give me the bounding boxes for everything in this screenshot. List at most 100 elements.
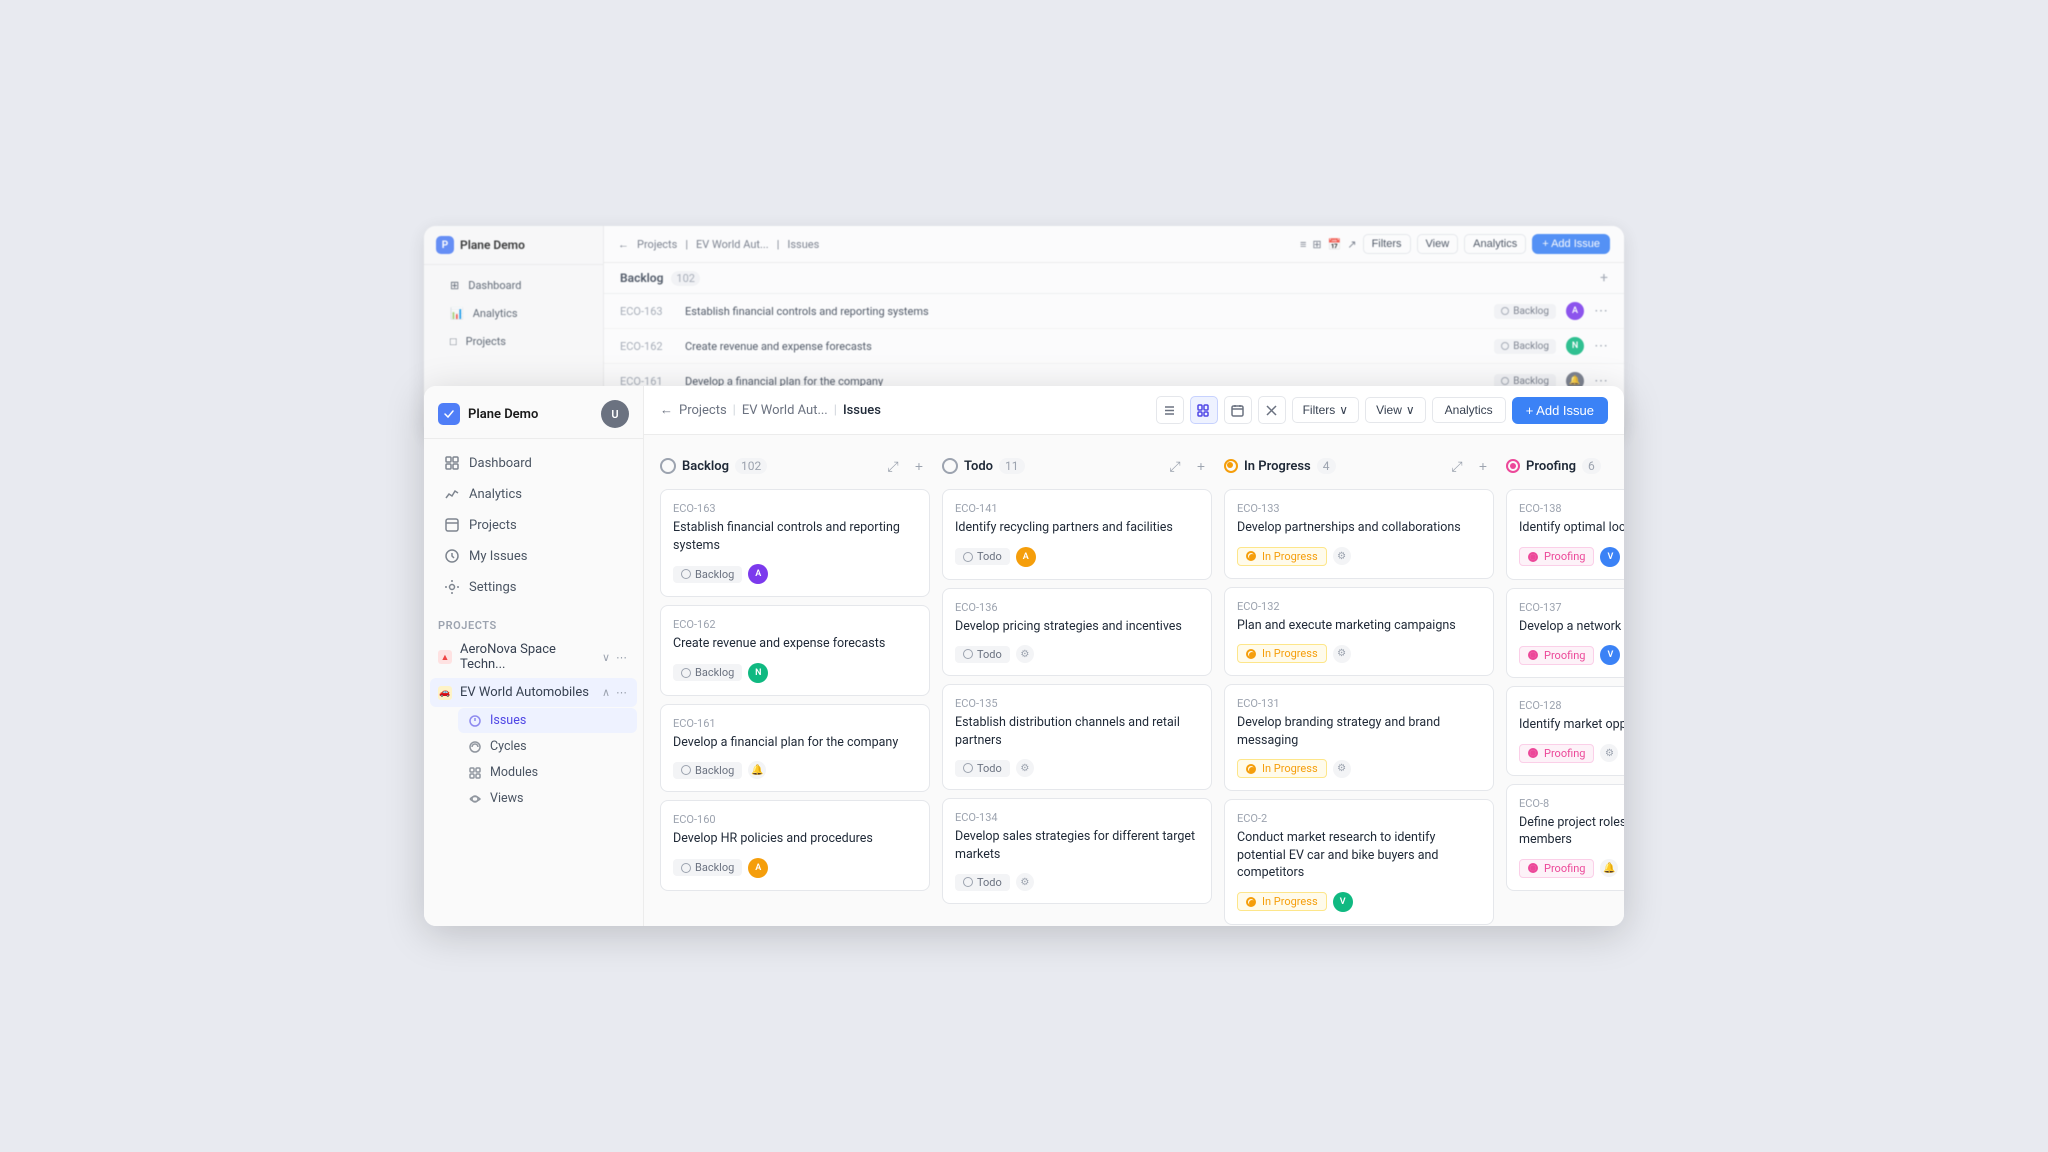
project-ev-world-actions: ∧ ⋯ — [600, 684, 629, 701]
issue-card[interactable]: ECO-141 Identify recycling partners and … — [942, 489, 1212, 580]
bg-back-btn[interactable]: ← — [618, 238, 629, 251]
issue-card[interactable]: ECO-161 Develop a financial plan for the… — [660, 704, 930, 793]
issue-card[interactable]: ECO-134 Develop sales strategies for dif… — [942, 798, 1212, 904]
bg-issue-row[interactable]: ECO-163 Establish financial controls and… — [604, 294, 1624, 329]
bg-nav-projects[interactable]: □ Projects — [436, 328, 591, 355]
spreadsheet-view-btn[interactable] — [1258, 396, 1286, 424]
status-tag: Todo — [955, 874, 1010, 891]
sidebar-item-settings[interactable]: Settings — [430, 572, 637, 602]
bg-view-icon-arr[interactable]: ↗ — [1347, 238, 1356, 251]
issue-avatar: V — [1600, 645, 1620, 665]
project-aeronova[interactable]: ▲ AeroNova Space Techn... ∨ ⋯ — [424, 636, 643, 678]
issue-card[interactable]: ECO-8 Define project roles and resp asks… — [1506, 784, 1624, 891]
back-btn[interactable]: ← — [660, 402, 673, 418]
bg-filters-btn[interactable]: Filters — [1363, 234, 1411, 254]
view-label: View — [1376, 403, 1402, 417]
issue-card[interactable]: ECO-136 Develop pricing strategies and i… — [942, 588, 1212, 677]
more-icon[interactable]: ⋯ — [614, 649, 629, 666]
subnav-issues[interactable]: Issues — [458, 708, 637, 733]
in-progress-add-btn[interactable]: + — [1472, 455, 1494, 477]
issue-title: Identify recycling partners and faciliti… — [955, 519, 1199, 537]
subnav-views[interactable]: Views — [458, 786, 637, 811]
column-todo: Todo 11 ⤢ + ECO-141 Identify recycling p… — [942, 451, 1212, 910]
bg-issue-more[interactable]: ⋯ — [1594, 303, 1608, 319]
backlog-add-btn[interactable]: + — [908, 455, 930, 477]
issue-id: ECO-134 — [955, 811, 1199, 824]
issue-card[interactable]: ECO-138 Identify optimal locations for P… — [1506, 489, 1624, 580]
calendar-view-btn[interactable] — [1224, 396, 1252, 424]
todo-expand-btn[interactable]: ⤢ — [1164, 455, 1186, 477]
avatar[interactable]: U — [601, 400, 629, 428]
logo-area[interactable]: Plane Demo — [438, 403, 538, 425]
backlog-status-icon — [660, 458, 676, 474]
sidebar-item-projects-label: Projects — [469, 518, 517, 533]
status-tag: Backlog — [673, 566, 742, 583]
bg-view-icon-cal[interactable]: 📅 — [1328, 238, 1342, 251]
gear-icon: ⚙ — [1333, 645, 1351, 663]
status-tag: Proofing — [1519, 859, 1594, 878]
issue-title: Establish financial controls and reporti… — [673, 519, 917, 554]
bg-add-backlog-btn[interactable]: + — [1600, 270, 1608, 286]
issue-card[interactable]: ECO-133 Develop partnerships and collabo… — [1224, 489, 1494, 579]
issue-card[interactable]: ECO-162 Create revenue and expense forec… — [660, 605, 930, 696]
in-progress-mini-icon — [1246, 551, 1256, 561]
issue-card[interactable]: ECO-2 Conduct market research to identif… — [1224, 799, 1494, 925]
todo-actions: ⤢ + — [1164, 455, 1212, 477]
sidebar-item-projects[interactable]: Projects — [430, 510, 637, 540]
issue-card[interactable]: ECO-135 Establish distribution channels … — [942, 684, 1212, 790]
subnav-modules[interactable]: Modules — [458, 760, 637, 785]
issue-id: ECO-128 — [1519, 699, 1624, 712]
in-progress-expand-btn[interactable]: ⤢ — [1446, 455, 1468, 477]
breadcrumb-project[interactable]: EV World Aut... — [742, 403, 828, 418]
issue-card[interactable]: ECO-132 Plan and execute marketing campa… — [1224, 587, 1494, 677]
bg-nav-analytics[interactable]: 📊 Analytics — [436, 300, 591, 327]
backlog-expand-btn[interactable]: ⤢ — [882, 455, 904, 477]
bg-nav-dashboard[interactable]: ⊞ Dashboard — [436, 272, 591, 299]
issue-card[interactable]: ECO-131 Develop branding strategy and br… — [1224, 684, 1494, 791]
issue-id: ECO-161 — [673, 717, 917, 730]
issue-title: Identify market opportunitie — [1519, 716, 1624, 734]
chevron-up-icon[interactable]: ∧ — [600, 684, 612, 701]
project-ev-world[interactable]: 🚗 EV World Automobiles ∧ ⋯ — [430, 678, 637, 707]
bg-view-icon-grid[interactable]: ⊞ — [1312, 238, 1321, 251]
filters-btn[interactable]: Filters ∨ — [1292, 397, 1359, 423]
proofing-mini-icon — [1528, 650, 1538, 660]
issue-card[interactable]: ECO-163 Establish financial controls and… — [660, 489, 930, 597]
in-progress-title: In Progress — [1244, 459, 1311, 474]
in-progress-mini-icon — [1246, 649, 1256, 659]
issue-card[interactable]: ECO-128 Identify market opportunitie Pro… — [1506, 686, 1624, 776]
more-dots-icon[interactable]: ⋯ — [614, 684, 629, 701]
bg-issue-row[interactable]: ECO-162 Create revenue and expense forec… — [604, 329, 1624, 364]
sidebar-item-analytics[interactable]: Analytics — [430, 479, 637, 509]
cycles-icon — [468, 740, 482, 754]
breadcrumb-current: Issues — [843, 403, 881, 418]
issue-avatar-bell: 🔔 — [1600, 859, 1618, 877]
todo-count: 11 — [999, 458, 1025, 474]
project-ev-world-label: EV World Automobiles — [460, 685, 589, 700]
sidebar-item-dashboard[interactable]: Dashboard — [430, 448, 637, 478]
add-issue-btn[interactable]: + Add Issue — [1512, 397, 1608, 424]
issue-footer: Backlog A — [673, 858, 917, 878]
status-label: Backlog — [695, 764, 734, 777]
backlog-title: Backlog — [682, 459, 729, 474]
chevron-down-icon[interactable]: ∨ — [600, 649, 612, 666]
bg-issue-more[interactable]: ⋯ — [1594, 338, 1608, 354]
bg-view-btn[interactable]: View — [1417, 234, 1459, 254]
sidebar-item-my-issues[interactable]: My Issues — [430, 541, 637, 571]
board-view-btn[interactable] — [1190, 396, 1218, 424]
sidebar: Plane Demo U Dashboard Analytics Project… — [424, 386, 644, 926]
breadcrumb-projects[interactable]: Projects — [679, 403, 727, 418]
status-tag: Backlog — [673, 664, 742, 681]
todo-add-btn[interactable]: + — [1190, 455, 1212, 477]
issue-card[interactable]: ECO-137 Develop a network of chargi Proo… — [1506, 588, 1624, 679]
view-btn[interactable]: View ∨ — [1365, 397, 1426, 423]
proofing-title: Proofing — [1526, 459, 1576, 474]
issue-card[interactable]: ECO-160 Develop HR policies and procedur… — [660, 800, 930, 891]
bg-analytics-btn[interactable]: Analytics — [1464, 234, 1526, 254]
subnav-cycles[interactable]: Cycles — [458, 734, 637, 759]
list-view-btn[interactable] — [1156, 396, 1184, 424]
analytics-btn[interactable]: Analytics — [1432, 397, 1506, 423]
gear-icon: ⚙ — [1333, 547, 1351, 565]
bg-add-issue-btn[interactable]: + Add Issue — [1532, 234, 1610, 254]
bg-view-icon-list[interactable]: ≡ — [1300, 238, 1306, 251]
